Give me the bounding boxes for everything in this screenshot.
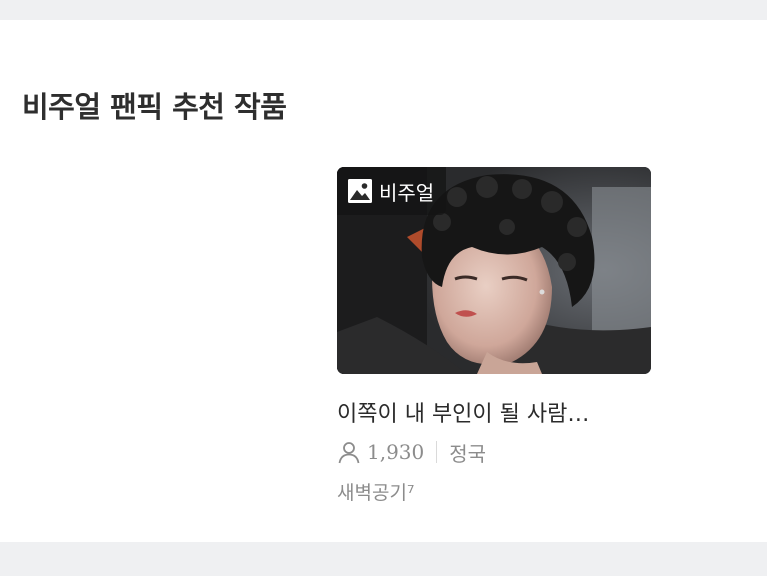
recommendation-section: 비주얼 팬픽 추천 작품 비주얼 이쪽이 내 부인이 될 사람… 1,930 정… [0,20,767,542]
author-name[interactable]: 새벽공기⁷ [337,478,651,505]
meta-divider [436,441,438,463]
badge-label: 비주얼 [379,180,435,205]
view-count: 1,930 [367,440,425,464]
character-tag[interactable]: 정국 [449,438,486,467]
work-title[interactable]: 이쪽이 내 부인이 될 사람… [337,396,651,428]
work-thumbnail[interactable]: 비주얼 [337,167,651,374]
section-title: 비주얼 팬픽 추천 작품 [22,90,287,124]
bottom-separator [0,542,767,576]
work-meta: 1,930 정국 [337,438,651,466]
top-separator [0,0,767,20]
person-icon [338,442,360,464]
recommended-work-card[interactable]: 비주얼 이쪽이 내 부인이 될 사람… 1,930 정국 새벽공기⁷ [337,167,651,505]
category-badge: 비주얼 [337,167,447,215]
image-icon [348,179,372,203]
